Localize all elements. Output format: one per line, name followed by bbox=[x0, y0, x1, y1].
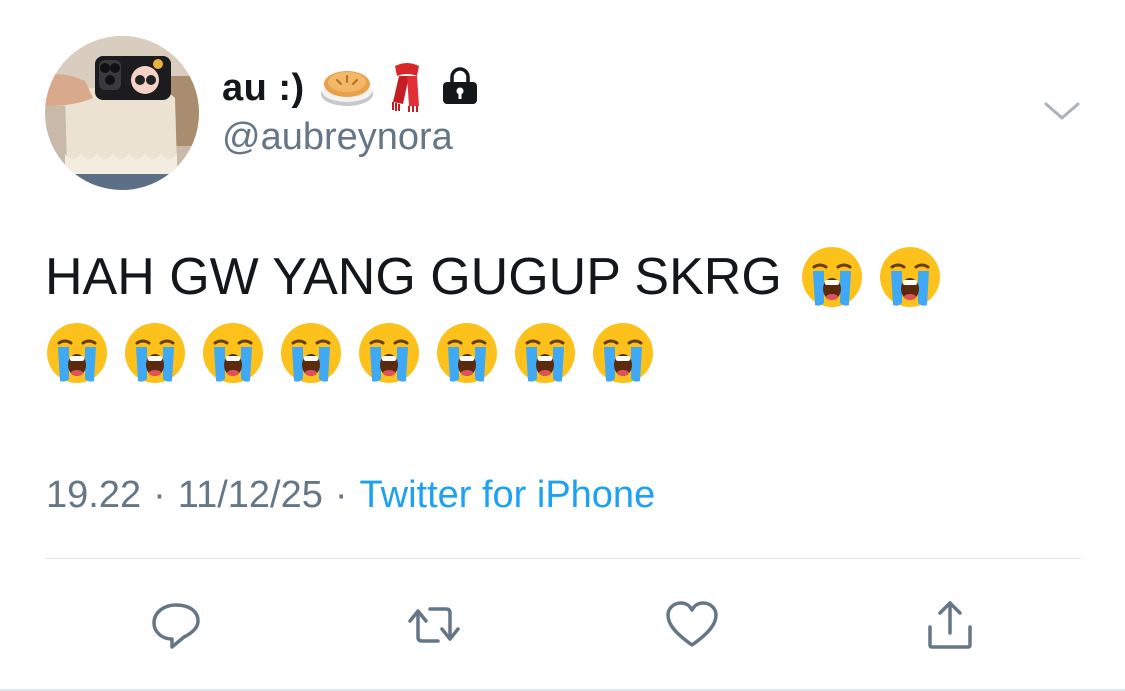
loudly-crying-face-emoji bbox=[591, 321, 655, 385]
display-name[interactable]: au :) bbox=[222, 62, 481, 114]
loudly-crying-face-emoji bbox=[878, 245, 942, 309]
chevron-down-icon[interactable] bbox=[1042, 98, 1082, 126]
tweet-text: HAH GW YANG GUGUP SKRG bbox=[45, 248, 782, 306]
loudly-crying-face-emoji bbox=[279, 321, 343, 385]
loudly-crying-face-emoji bbox=[513, 321, 577, 385]
tweet: au :) @aubreynora HAH GW YANG GUGUP SKRG… bbox=[0, 0, 1125, 691]
loudly-crying-face-emoji bbox=[800, 245, 864, 309]
pie-emoji bbox=[319, 64, 375, 113]
tweet-body: HAH GW YANG GUGUP SKRG bbox=[45, 244, 1085, 386]
tweet-source-link[interactable]: Twitter for iPhone bbox=[360, 474, 656, 517]
meta-separator: · bbox=[153, 474, 166, 516]
loudly-crying-face-emoji bbox=[435, 321, 499, 385]
lock-icon bbox=[439, 66, 481, 111]
like-icon[interactable] bbox=[662, 595, 722, 655]
avatar[interactable] bbox=[45, 36, 199, 190]
meta-separator: · bbox=[334, 474, 348, 516]
loudly-crying-face-emoji bbox=[357, 321, 421, 385]
divider bbox=[45, 558, 1081, 559]
tweet-meta: 19.22 · 11/12/25 · Twitter for iPhone bbox=[46, 474, 655, 517]
tweet-date: 11/12/25 bbox=[177, 474, 323, 516]
loudly-crying-face-emoji bbox=[45, 321, 109, 385]
reply-icon[interactable] bbox=[146, 595, 206, 655]
share-icon[interactable] bbox=[920, 595, 980, 655]
loudly-crying-face-emoji bbox=[123, 321, 187, 385]
username-handle[interactable]: @aubreynora bbox=[222, 116, 453, 159]
retweet-icon[interactable] bbox=[404, 595, 464, 655]
tweet-time: 19.22 bbox=[46, 474, 142, 516]
scarf-emoji bbox=[389, 60, 425, 117]
loudly-crying-face-emoji bbox=[201, 321, 265, 385]
emoji-group-line1 bbox=[800, 245, 942, 309]
emoji-group-line2 bbox=[45, 320, 1085, 386]
display-name-text: au :) bbox=[222, 66, 305, 109]
